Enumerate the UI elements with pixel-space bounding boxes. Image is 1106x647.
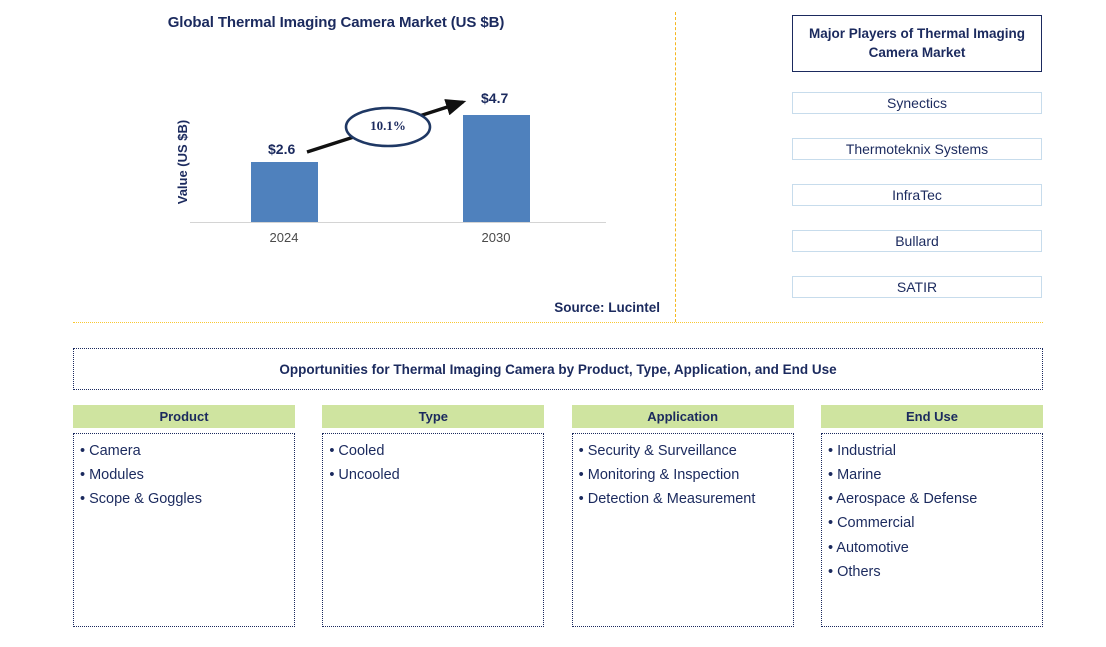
segment-item-others: • Others (827, 563, 881, 580)
segment-body-application: • Security & Surveillance • Monitoring &… (571, 433, 794, 627)
segment-item-uncooled: • Uncooled (329, 467, 400, 484)
segment-body-end-use: • Industrial • Marine • Aerospace & Defe… (820, 433, 1043, 627)
segment-header-type: Type (322, 405, 545, 428)
segment-header-application: Application (571, 405, 794, 428)
segment-item-marine: • Marine (827, 467, 882, 484)
segment-item-scope-goggles: • Scope & Goggles (80, 491, 202, 508)
segment-item-monitoring-inspection: • Monitoring & Inspection (578, 467, 740, 484)
horizontal-divider (73, 322, 1043, 323)
segment-column-application: Application • Security & Surveillance • … (571, 405, 794, 627)
vertical-divider (675, 12, 676, 322)
segment-columns: Product • Camera • Modules • Scope & Gog… (73, 405, 1043, 627)
segment-item-modules: • Modules (80, 467, 144, 484)
x-tick-label-2030: 2030 (481, 230, 511, 245)
segment-item-camera: • Camera (80, 443, 141, 459)
segment-item-detection-measurement: • Detection & Measurement (578, 491, 756, 508)
segment-item-aerospace-defense: • Aerospace & Defense (827, 491, 978, 508)
segment-header-end-use: End Use (820, 405, 1043, 428)
segment-body-type: • Cooled • Uncooled (322, 433, 545, 627)
player-item-bullard[interactable]: Bullard (792, 230, 1042, 252)
major-players-header: Major Players of Thermal Imaging Camera … (792, 15, 1042, 72)
segment-item-automotive: • Automotive (827, 539, 909, 556)
segment-column-product: Product • Camera • Modules • Scope & Gog… (73, 405, 295, 627)
bar-2024 (251, 162, 318, 223)
chart-y-axis-label: Value (US $B) (175, 119, 190, 205)
player-item-satir[interactable]: SATIR (792, 276, 1042, 298)
cagr-value-label: 10.1% (370, 118, 406, 133)
x-tick-label-2024: 2024 (269, 230, 299, 245)
segment-item-industrial: • Industrial (827, 443, 896, 459)
source-label: Source: Lucintel (554, 300, 660, 315)
segment-item-cooled: • Cooled (329, 443, 385, 459)
player-item-infratec[interactable]: InfraTec (792, 184, 1042, 206)
segment-item-security-surveillance: • Security & Surveillance (578, 443, 737, 459)
player-item-thermoteknix-systems[interactable]: Thermoteknix Systems (792, 138, 1042, 160)
infographic-canvas: Global Thermal Imaging Camera Market (US… (0, 0, 1106, 647)
chart-title: Global Thermal Imaging Camera Market (US… (167, 14, 505, 31)
player-item-synectics[interactable]: Synectics (792, 92, 1042, 114)
segment-column-end-use: End Use • Industrial • Marine • Aerospac… (820, 405, 1043, 627)
segment-item-commercial: • Commercial (827, 515, 915, 532)
data-label-2024: $2.6 (268, 141, 296, 157)
segment-header-product: Product (73, 405, 295, 428)
chart-x-axis-line (190, 222, 606, 223)
opportunities-banner: Opportunities for Thermal Imaging Camera… (73, 348, 1043, 390)
segment-body-product: • Camera • Modules • Scope & Goggles (73, 433, 295, 627)
major-players-list: Synectics Thermoteknix Systems InfraTec … (792, 92, 1042, 322)
segment-column-type: Type • Cooled • Uncooled (322, 405, 545, 627)
